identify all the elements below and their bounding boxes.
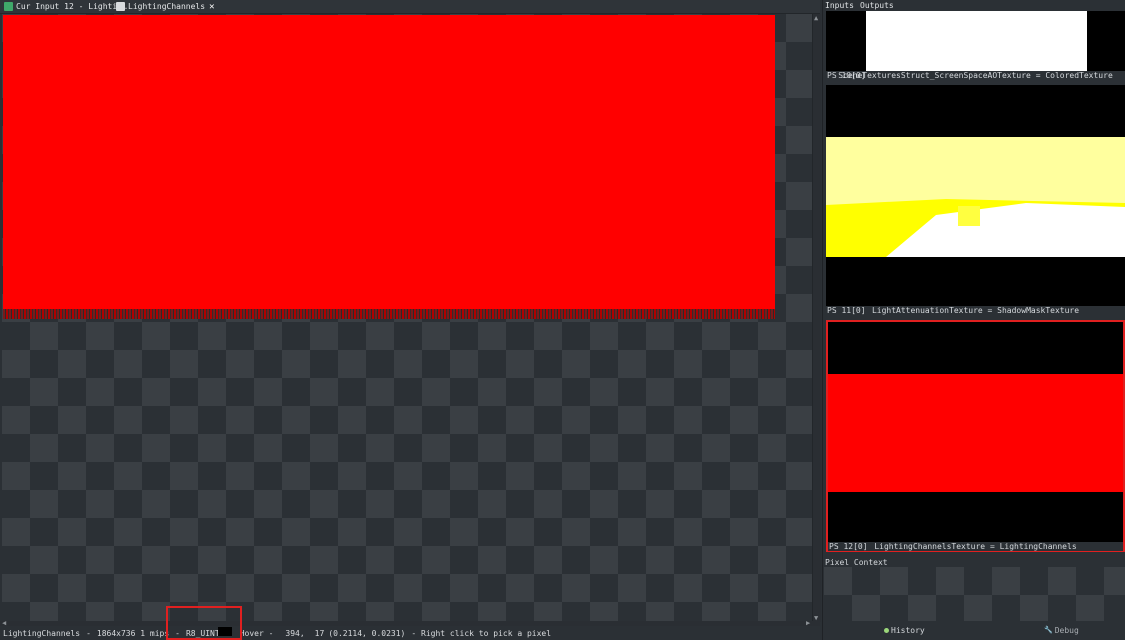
thumbnail-lighting-channels[interactable] [826, 320, 1125, 552]
tab-label: LightingChannels [128, 2, 206, 11]
thumbnail-description: LightingChannelsTexture = LightingChanne… [874, 542, 1077, 551]
close-icon[interactable]: ✕ [209, 2, 214, 12]
thumbnail-label: PS 11[0] LightAttenuationTexture = Shado… [826, 306, 1125, 315]
status-bar: LightingChannels - 1864x736 1 mips - R8_… [0, 626, 820, 640]
status-separator: - [86, 628, 91, 638]
tab-debug[interactable]: 🔧 Debug [1044, 624, 1079, 636]
lighting-channels-texture [3, 15, 775, 315]
status-hover-uv: (0.2114, 0.0231) [328, 628, 406, 638]
history-icon [884, 627, 889, 633]
thumbnail-description: SceneTexturesStruct_ScreenSpaceAOTexture… [838, 71, 1113, 80]
pixel-context-title: Pixel Context [825, 558, 888, 567]
status-hover-label: Hover - [239, 628, 274, 638]
thumbnail-ao-texture[interactable] [826, 11, 1125, 71]
tab-inputs[interactable]: Inputs [825, 1, 854, 11]
thumbnail-shadow-mask[interactable] [826, 85, 1125, 306]
tab-lighting-channels[interactable]: LightingChannels ✕ [116, 0, 214, 13]
status-dimensions: 1864x736 1 mips [96, 628, 170, 638]
tab-history[interactable]: History [884, 624, 925, 636]
vertical-scrollbar[interactable]: ▲ ▼ [812, 14, 821, 622]
status-texture-name: LightingChannels [3, 628, 81, 638]
format-highlight-box [166, 606, 242, 640]
scroll-up-icon[interactable]: ▲ [814, 14, 818, 22]
tab-label: Cur Input 12 - Lightin… [16, 2, 127, 11]
thumbnail-description: LightAttenuationTexture = ShadowMaskText… [871, 306, 1080, 315]
pixel-context-view[interactable] [824, 567, 1125, 621]
texture-edge-noise [3, 309, 775, 319]
texture-file-icon [116, 2, 125, 11]
tab-outputs[interactable]: Outputs [860, 1, 894, 11]
thumbnail-label: PS 10[0] SceneTexturesStruct_ScreenSpace… [826, 71, 1125, 80]
thumbnail-white-region [866, 11, 1087, 71]
thumbnail-red-region [828, 374, 1123, 492]
shadow-mask-image [826, 137, 1125, 257]
wrench-icon: 🔧 [1044, 626, 1053, 634]
status-hover-y: 17 [314, 628, 325, 638]
thumbnail-label: PS 12[0] LightingChannelsTexture = Light… [828, 542, 1123, 551]
tab-debug-label: Debug [1054, 625, 1079, 635]
tab-history-label: History [891, 625, 925, 635]
texture-input-icon [4, 2, 13, 11]
status-hover-x: 394, [285, 628, 305, 638]
tab-cur-input[interactable]: Cur Input 12 - Lightin… [4, 0, 127, 13]
status-hint: - Right click to pick a pixel [411, 628, 552, 638]
